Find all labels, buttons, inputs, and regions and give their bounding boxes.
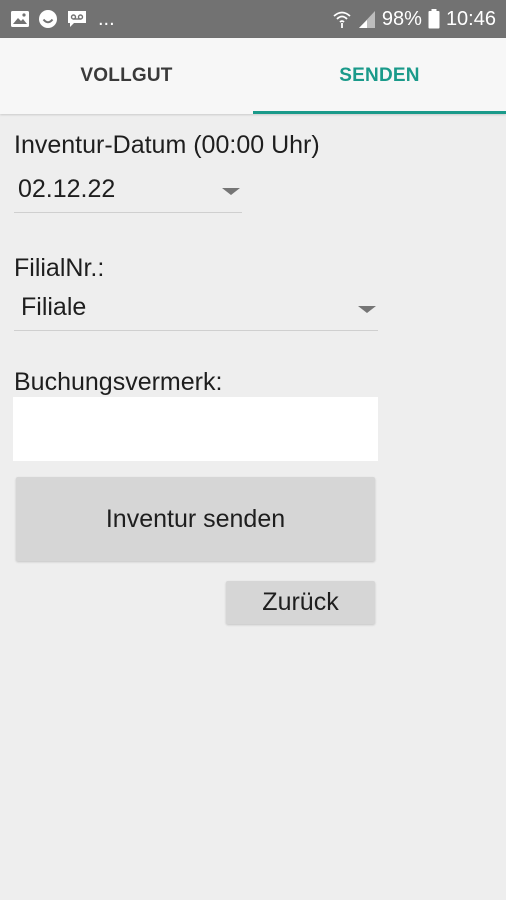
status-bar: ... 98% 10:46 [0,0,506,38]
clock: 10:46 [445,7,496,30]
date-spinner[interactable]: 02.12.22 [14,172,242,213]
active-tab-indicator [253,111,506,114]
image-icon [11,11,29,27]
tab-bar: VOLLGUT SENDEN [0,38,506,114]
smiley-icon [39,10,57,28]
voicemail-icon [68,11,86,27]
wifi-icon [333,11,351,28]
note-input[interactable] [13,397,378,461]
notification-icons: ... [10,8,115,30]
back-button[interactable]: Zurück [226,581,375,624]
system-icons: 98% 10:46 [332,6,496,32]
date-value: 02.12.22 [18,175,116,203]
branch-spinner[interactable]: Filiale [14,290,378,331]
battery-icon [428,9,440,29]
signal-icon [358,11,375,28]
branch-value: Filiale [21,293,87,321]
note-label: Buchungsvermerk: [14,368,223,396]
chevron-down-icon [222,188,240,195]
tab-vollgut[interactable]: VOLLGUT [0,38,253,114]
send-inventory-button[interactable]: Inventur senden [16,477,375,561]
overflow-dots: ... [98,7,115,30]
tab-senden[interactable]: SENDEN [253,38,506,114]
branch-label: FilialNr.: [14,254,105,282]
date-label: Inventur-Datum (00:00 Uhr) [14,131,320,159]
battery-percent: 98% [381,7,422,30]
chevron-down-icon [358,306,376,313]
